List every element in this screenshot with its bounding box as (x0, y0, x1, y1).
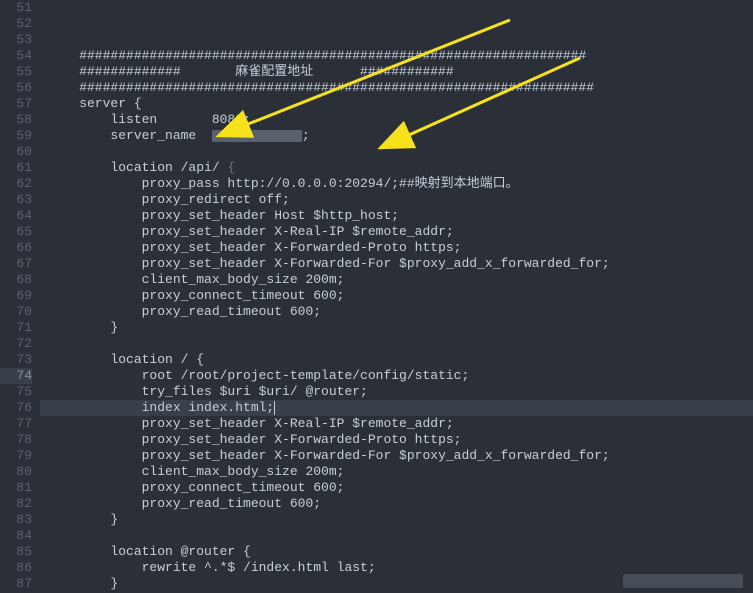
line-number: 74 (0, 368, 32, 384)
line-number: 51 (0, 0, 32, 16)
code-line[interactable]: proxy_set_header X-Forwarded-For $proxy_… (40, 448, 753, 464)
line-number: 56 (0, 80, 32, 96)
line-number: 65 (0, 224, 32, 240)
code-line[interactable] (40, 528, 753, 544)
code-line[interactable]: root /root/project-template/config/stati… (40, 368, 753, 384)
line-number: 62 (0, 176, 32, 192)
code-line[interactable]: client_max_body_size 200m; (40, 272, 753, 288)
code-line[interactable]: proxy_redirect off; (40, 192, 753, 208)
line-number: 84 (0, 528, 32, 544)
line-number: 61 (0, 160, 32, 176)
code-line[interactable]: location / { (40, 352, 753, 368)
line-number: 66 (0, 240, 32, 256)
line-number: 68 (0, 272, 32, 288)
line-number: 76 (0, 400, 32, 416)
code-line[interactable]: proxy_set_header X-Forwarded-Proto https… (40, 432, 753, 448)
code-content[interactable]: ########################################… (40, 0, 753, 593)
line-number-gutter: 5152535455565758596061626364656667686970… (0, 0, 40, 593)
code-line[interactable]: } (40, 512, 753, 528)
line-number: 55 (0, 64, 32, 80)
line-number: 72 (0, 336, 32, 352)
code-editor[interactable]: 5152535455565758596061626364656667686970… (0, 0, 753, 593)
line-number: 70 (0, 304, 32, 320)
line-number: 75 (0, 384, 32, 400)
line-number: 59 (0, 128, 32, 144)
code-line[interactable]: server { (40, 96, 753, 112)
line-number: 54 (0, 48, 32, 64)
code-line[interactable] (40, 144, 753, 160)
line-number: 83 (0, 512, 32, 528)
line-number: 87 (0, 576, 32, 592)
code-line[interactable]: proxy_set_header X-Forwarded-Proto https… (40, 240, 753, 256)
code-line[interactable]: ########################################… (40, 80, 753, 96)
code-line[interactable]: proxy_set_header X-Real-IP $remote_addr; (40, 224, 753, 240)
code-line[interactable]: proxy_set_header Host $http_host; (40, 208, 753, 224)
code-line[interactable]: index index.html; (40, 400, 753, 416)
redacted-server-name (212, 130, 302, 142)
line-number: 78 (0, 432, 32, 448)
code-line[interactable]: try_files $uri $uri/ @router; (40, 384, 753, 400)
line-number: 85 (0, 544, 32, 560)
line-number: 69 (0, 288, 32, 304)
code-line[interactable]: ########################################… (40, 48, 753, 64)
line-number: 80 (0, 464, 32, 480)
code-line[interactable]: location @router { (40, 544, 753, 560)
line-number: 52 (0, 16, 32, 32)
line-number: 53 (0, 32, 32, 48)
code-line[interactable]: location /api/ { (40, 160, 753, 176)
line-number: 79 (0, 448, 32, 464)
line-number: 77 (0, 416, 32, 432)
line-number: 71 (0, 320, 32, 336)
line-number: 86 (0, 560, 32, 576)
code-line[interactable]: proxy_read_timeout 600; (40, 496, 753, 512)
code-line[interactable]: ############# 麻雀配置地址 ############ (40, 64, 753, 80)
code-line[interactable]: } (40, 320, 753, 336)
code-line[interactable] (40, 336, 753, 352)
code-line[interactable]: listen 8080; (40, 112, 753, 128)
code-line[interactable]: proxy_set_header X-Forwarded-For $proxy_… (40, 256, 753, 272)
code-line[interactable]: proxy_connect_timeout 600; (40, 288, 753, 304)
line-number: 58 (0, 112, 32, 128)
line-number: 57 (0, 96, 32, 112)
line-number: 64 (0, 208, 32, 224)
text-cursor (274, 401, 275, 415)
code-line[interactable]: server_name ; (40, 128, 753, 144)
bottom-watermark-smudge (623, 574, 743, 588)
line-number: 81 (0, 480, 32, 496)
line-number: 73 (0, 352, 32, 368)
code-line[interactable]: proxy_read_timeout 600; (40, 304, 753, 320)
line-number: 67 (0, 256, 32, 272)
line-number: 82 (0, 496, 32, 512)
code-line[interactable]: proxy_set_header X-Real-IP $remote_addr; (40, 416, 753, 432)
code-line[interactable]: proxy_connect_timeout 600; (40, 480, 753, 496)
line-number: 60 (0, 144, 32, 160)
line-number: 63 (0, 192, 32, 208)
code-line[interactable]: client_max_body_size 200m; (40, 464, 753, 480)
code-line[interactable]: proxy_pass http://0.0.0.0:20294/;##映射到本地… (40, 176, 753, 192)
code-line[interactable] (40, 32, 753, 48)
